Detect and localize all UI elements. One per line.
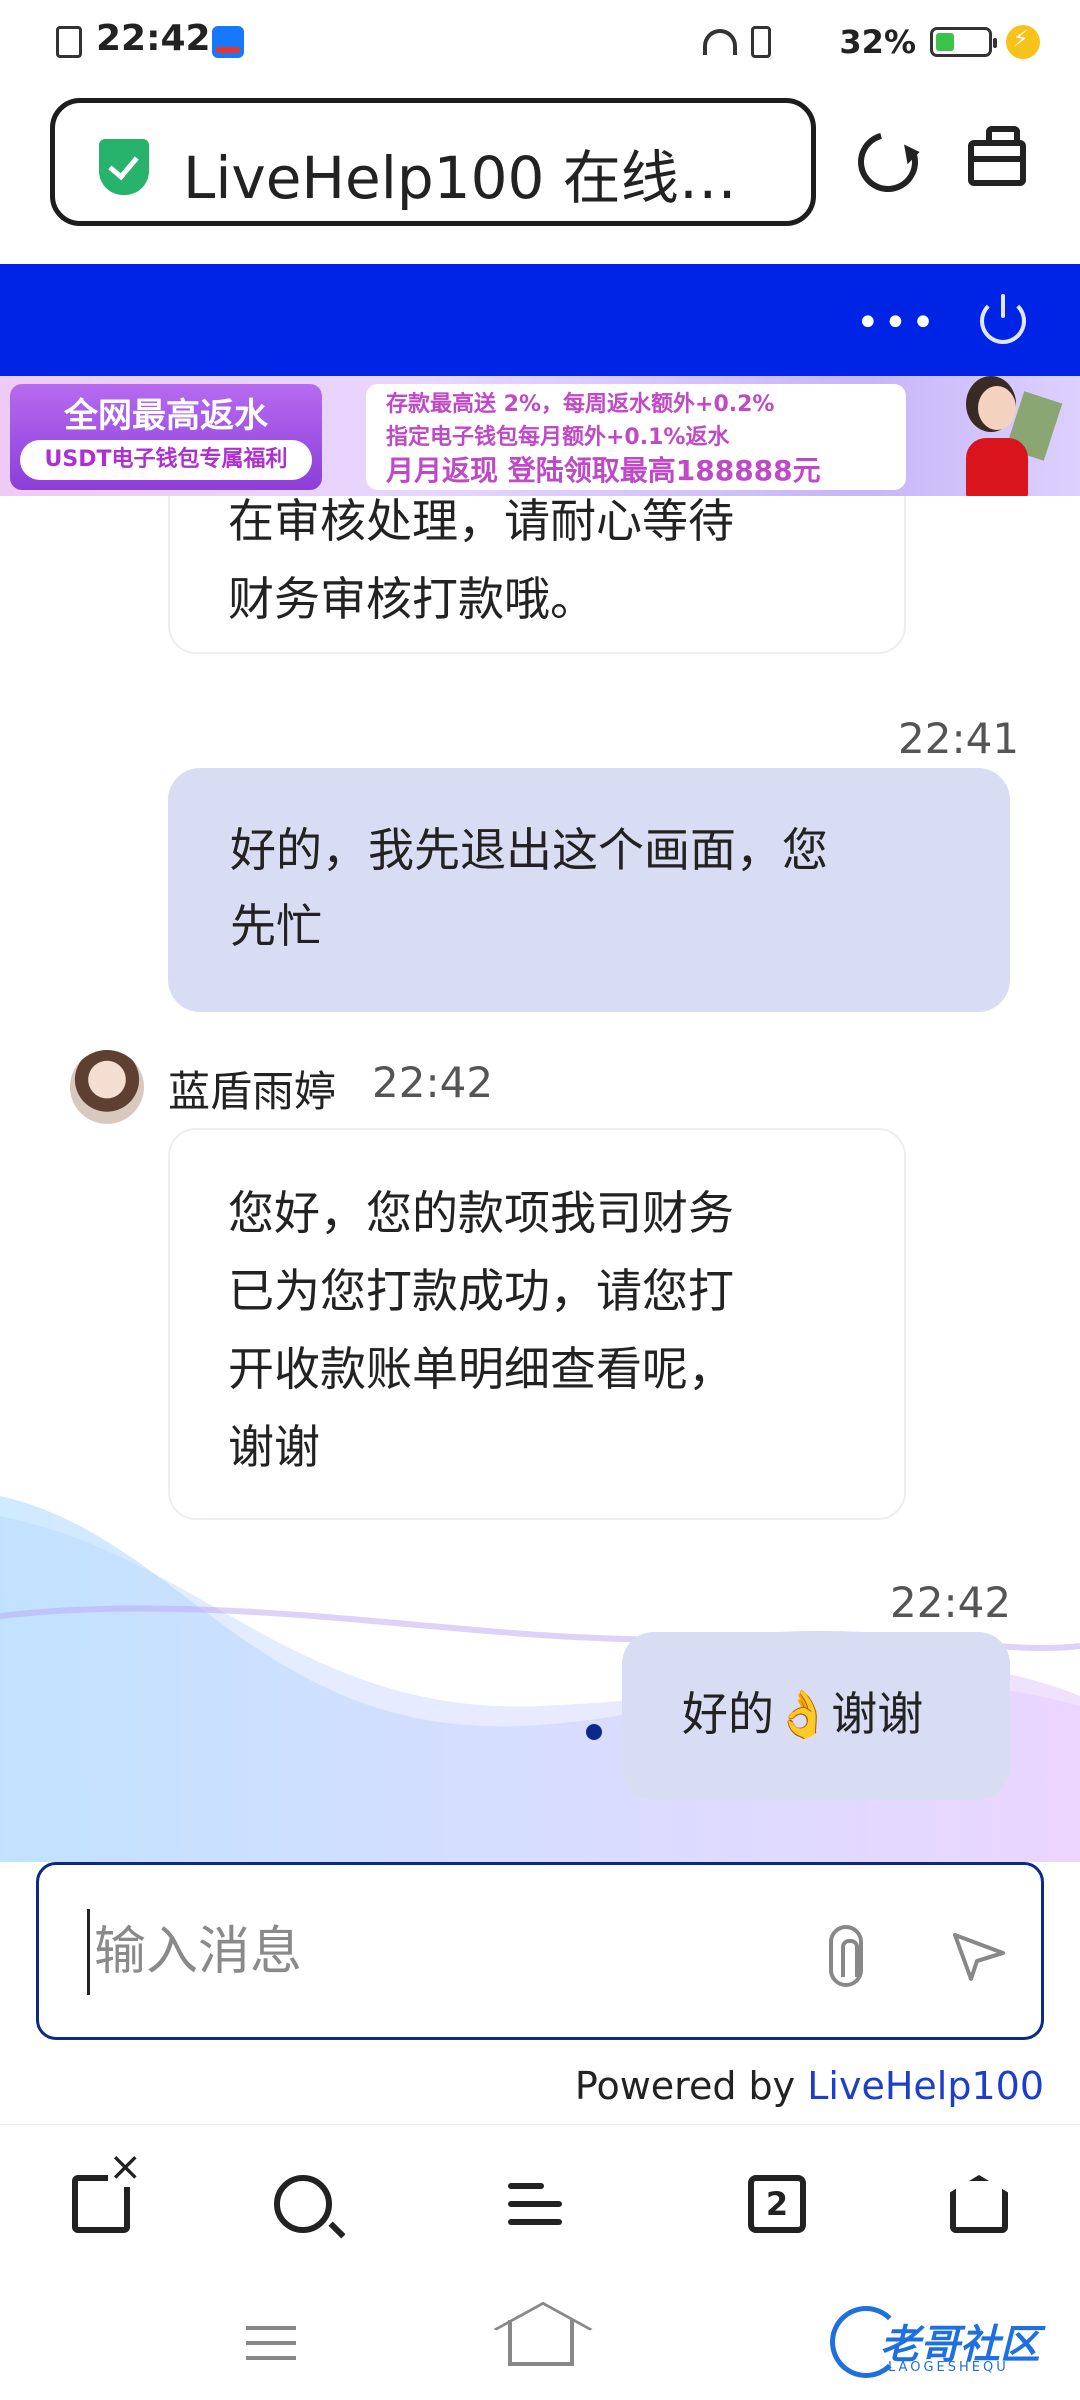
powered-by: Powered by LiveHelp100 <box>575 2064 1044 2108</box>
battery-icon <box>930 27 997 57</box>
message-bubble-incoming[interactable]: 您好，您的款项我司财务 已为您打款成功，请您打 开收款账单明细查看呢， 谢谢 <box>168 1128 906 1520</box>
toolbox-icon[interactable] <box>968 126 1026 186</box>
wifi-icon <box>785 27 826 57</box>
close-tab-icon[interactable] <box>72 2147 142 2233</box>
message-line: 好的👌谢谢 <box>682 1687 924 1741</box>
message-line: 您好，您的款项我司财务 <box>228 1186 734 1240</box>
message-bubble-outgoing[interactable]: 好的👌谢谢 <box>622 1632 1010 1800</box>
banner-line-2: 指定电子钱包每月额外+0.1%返水 <box>386 425 730 450</box>
browser-bottom-nav: 2 <box>0 2124 1080 2284</box>
message-line: 开收款账单明细查看呢， <box>228 1342 734 1396</box>
message-bubble-outgoing[interactable]: 好的，我先退出这个画面，您 先忙 <box>168 768 1010 1012</box>
promo-banner[interactable]: 全网最高返水 USDT电子钱包专属福利 存款最高送 2%，每周返水额外+0.2%… <box>0 376 1080 496</box>
watermark-sub: LAOGESHEQU <box>888 2360 1009 2375</box>
message-timestamp: 22:41 <box>898 714 1020 763</box>
more-options-icon[interactable]: ••• <box>856 303 939 343</box>
agent-avatar[interactable] <box>70 1050 144 1124</box>
banner-left-sub: USDT电子钱包专属福利 <box>20 440 312 480</box>
security-shield-icon[interactable] <box>99 139 149 195</box>
message-line: 已为您打款成功，请您打 <box>228 1264 734 1318</box>
home-gesture-icon[interactable] <box>508 2320 574 2366</box>
headset-icon <box>703 29 738 55</box>
menu-add-icon[interactable] <box>508 2175 566 2233</box>
vibrate-icon <box>751 26 772 58</box>
recent-apps-icon[interactable] <box>246 2326 296 2360</box>
banner-line-1: 存款最高送 2%，每周返水额外+0.2% <box>386 392 775 417</box>
agent-name: 蓝盾雨婷 <box>168 1067 337 1116</box>
message-bubble-incoming[interactable]: 在审核处理，请耐心等待 财务审核打款哦。 <box>168 496 906 654</box>
sim-icon <box>56 26 82 58</box>
message-timestamp: 22:42 <box>372 1058 494 1107</box>
message-composer[interactable] <box>36 1862 1044 2040</box>
powered-by-brand-link[interactable]: LiveHelp100 <box>807 2064 1044 2108</box>
charging-icon <box>1006 25 1040 59</box>
message-input[interactable] <box>87 1909 787 1995</box>
home-icon[interactable] <box>950 2175 1008 2233</box>
status-time: 22:42 <box>96 18 211 59</box>
send-icon[interactable] <box>949 1925 1009 1985</box>
reload-icon[interactable] <box>847 121 929 203</box>
read-indicator-dot <box>586 1724 602 1740</box>
banner-left-title: 全网最高返水 <box>64 396 268 436</box>
battery-percent: 32% <box>839 23 916 61</box>
powered-by-prefix: Powered by <box>574 2064 808 2108</box>
message-line: 谢谢 <box>228 1420 320 1474</box>
power-icon[interactable] <box>980 294 1026 344</box>
tabs-icon[interactable]: 2 <box>748 2175 806 2233</box>
alipay-icon <box>212 26 244 58</box>
message-timestamp: 22:42 <box>890 1578 1012 1627</box>
banner-text-box: 存款最高送 2%，每周返水额外+0.2% 指定电子钱包每月额外+0.1%返水 月… <box>366 384 906 490</box>
page-title[interactable]: LiveHelp100 在线… <box>183 131 773 215</box>
message-line: 在审核处理，请耐心等待 <box>228 496 734 548</box>
message-line: 好的，我先退出这个画面，您 <box>230 823 828 877</box>
attach-icon[interactable] <box>829 1925 863 1987</box>
status-bar: 22:42 32% <box>0 0 1080 84</box>
watermark-logo: 老哥社区 LAOGESHEQU <box>830 2304 1064 2384</box>
banner-line-3: 月月返现 登陆领取最高188888元 <box>386 454 821 487</box>
banner-left-badge: 全网最高返水 USDT电子钱包专属福利 <box>10 384 322 490</box>
address-bar[interactable]: LiveHelp100 在线… <box>50 98 816 226</box>
system-nav-bar: 老哥社区 LAOGESHEQU <box>0 2284 1080 2400</box>
message-line: 财务审核打款哦。 <box>228 572 596 626</box>
search-icon[interactable] <box>274 2175 332 2233</box>
banner-model-image <box>944 376 1063 496</box>
message-line: 先忙 <box>230 899 322 953</box>
chat-messages[interactable]: 在审核处理，请耐心等待 财务审核打款哦。 22:41 好的，我先退出这个画面，您… <box>0 496 1080 1862</box>
